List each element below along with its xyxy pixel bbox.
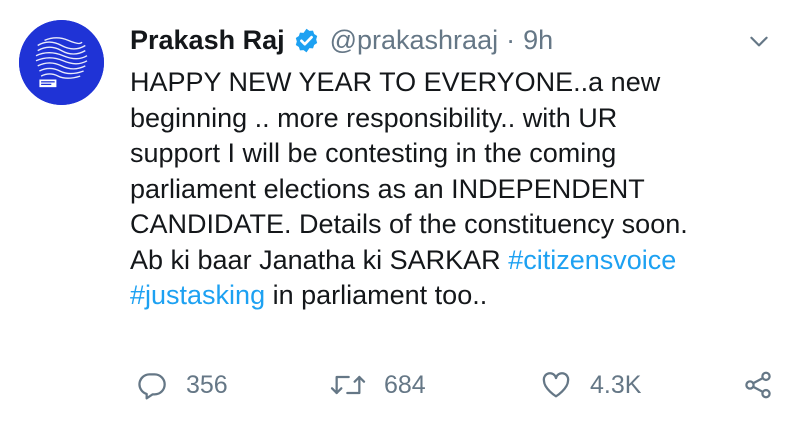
author-name[interactable]: Prakash Raj <box>130 25 285 56</box>
tweet-text-line: beginning .. more responsibility.. with … <box>130 101 790 137</box>
author-handle[interactable]: @prakashraaj <box>330 25 499 56</box>
retweet-button[interactable]: 684 <box>330 365 426 405</box>
reply-icon <box>136 369 168 401</box>
reply-count: 356 <box>186 370 228 399</box>
tweet-text-segment: HAPPY NEW YEAR TO EVERYONE..a new <box>130 67 661 97</box>
tweet-text-line: HAPPY NEW YEAR TO EVERYONE..a new <box>130 65 790 101</box>
tweet-text-line: parliament elections as an INDEPENDENT <box>130 172 790 208</box>
separator-dot: · <box>506 24 516 55</box>
share-icon <box>742 369 774 401</box>
like-count: 4.3K <box>590 370 642 399</box>
tweet-text-segment: in parliament too.. <box>265 280 488 310</box>
retweet-icon <box>330 369 366 401</box>
verified-badge-icon <box>293 27 320 54</box>
tweet-timestamp[interactable]: 9h <box>523 25 553 56</box>
hashtag-link[interactable]: #citizensvoice <box>508 245 676 275</box>
retweet-count: 684 <box>384 370 426 399</box>
tweet-text-segment: parliament elections as an INDEPENDENT <box>130 173 645 204</box>
tweet-text-line: CANDIDATE. Details of the constituency s… <box>130 207 790 243</box>
tweet-text-segment: Ab ki baar Janatha ki SARKAR <box>130 244 509 275</box>
reply-button[interactable]: 356 <box>136 365 228 405</box>
tweet-text: HAPPY NEW YEAR TO EVERYONE..a new beginni… <box>130 65 790 314</box>
tweet-text-line: support I will be contesting in the comi… <box>130 136 790 172</box>
hashtag-link[interactable]: #justasking <box>130 280 265 310</box>
tweet-text-segment: support I will be contesting in the comi… <box>130 138 617 168</box>
chevron-down-icon[interactable] <box>746 28 772 54</box>
avatar-image <box>19 20 104 105</box>
heart-icon <box>540 369 572 401</box>
tweet-text-segment: CANDIDATE. Details of the constituency s… <box>130 209 688 239</box>
tweet-text-line: Ab ki baar Janatha ki SARKAR #citizensvo… <box>130 243 790 279</box>
tweet-actions: 356 684 4.3K <box>130 365 790 405</box>
tweet-header: Prakash Raj @prakashraaj · 9h <box>130 18 780 62</box>
tweet-text-line: #justasking in parliament too.. <box>130 278 790 314</box>
avatar[interactable] <box>19 20 104 105</box>
like-button[interactable]: 4.3K <box>540 365 641 405</box>
tweet-text-segment: beginning .. more responsibility.. with … <box>130 102 618 133</box>
share-button[interactable] <box>742 365 774 405</box>
